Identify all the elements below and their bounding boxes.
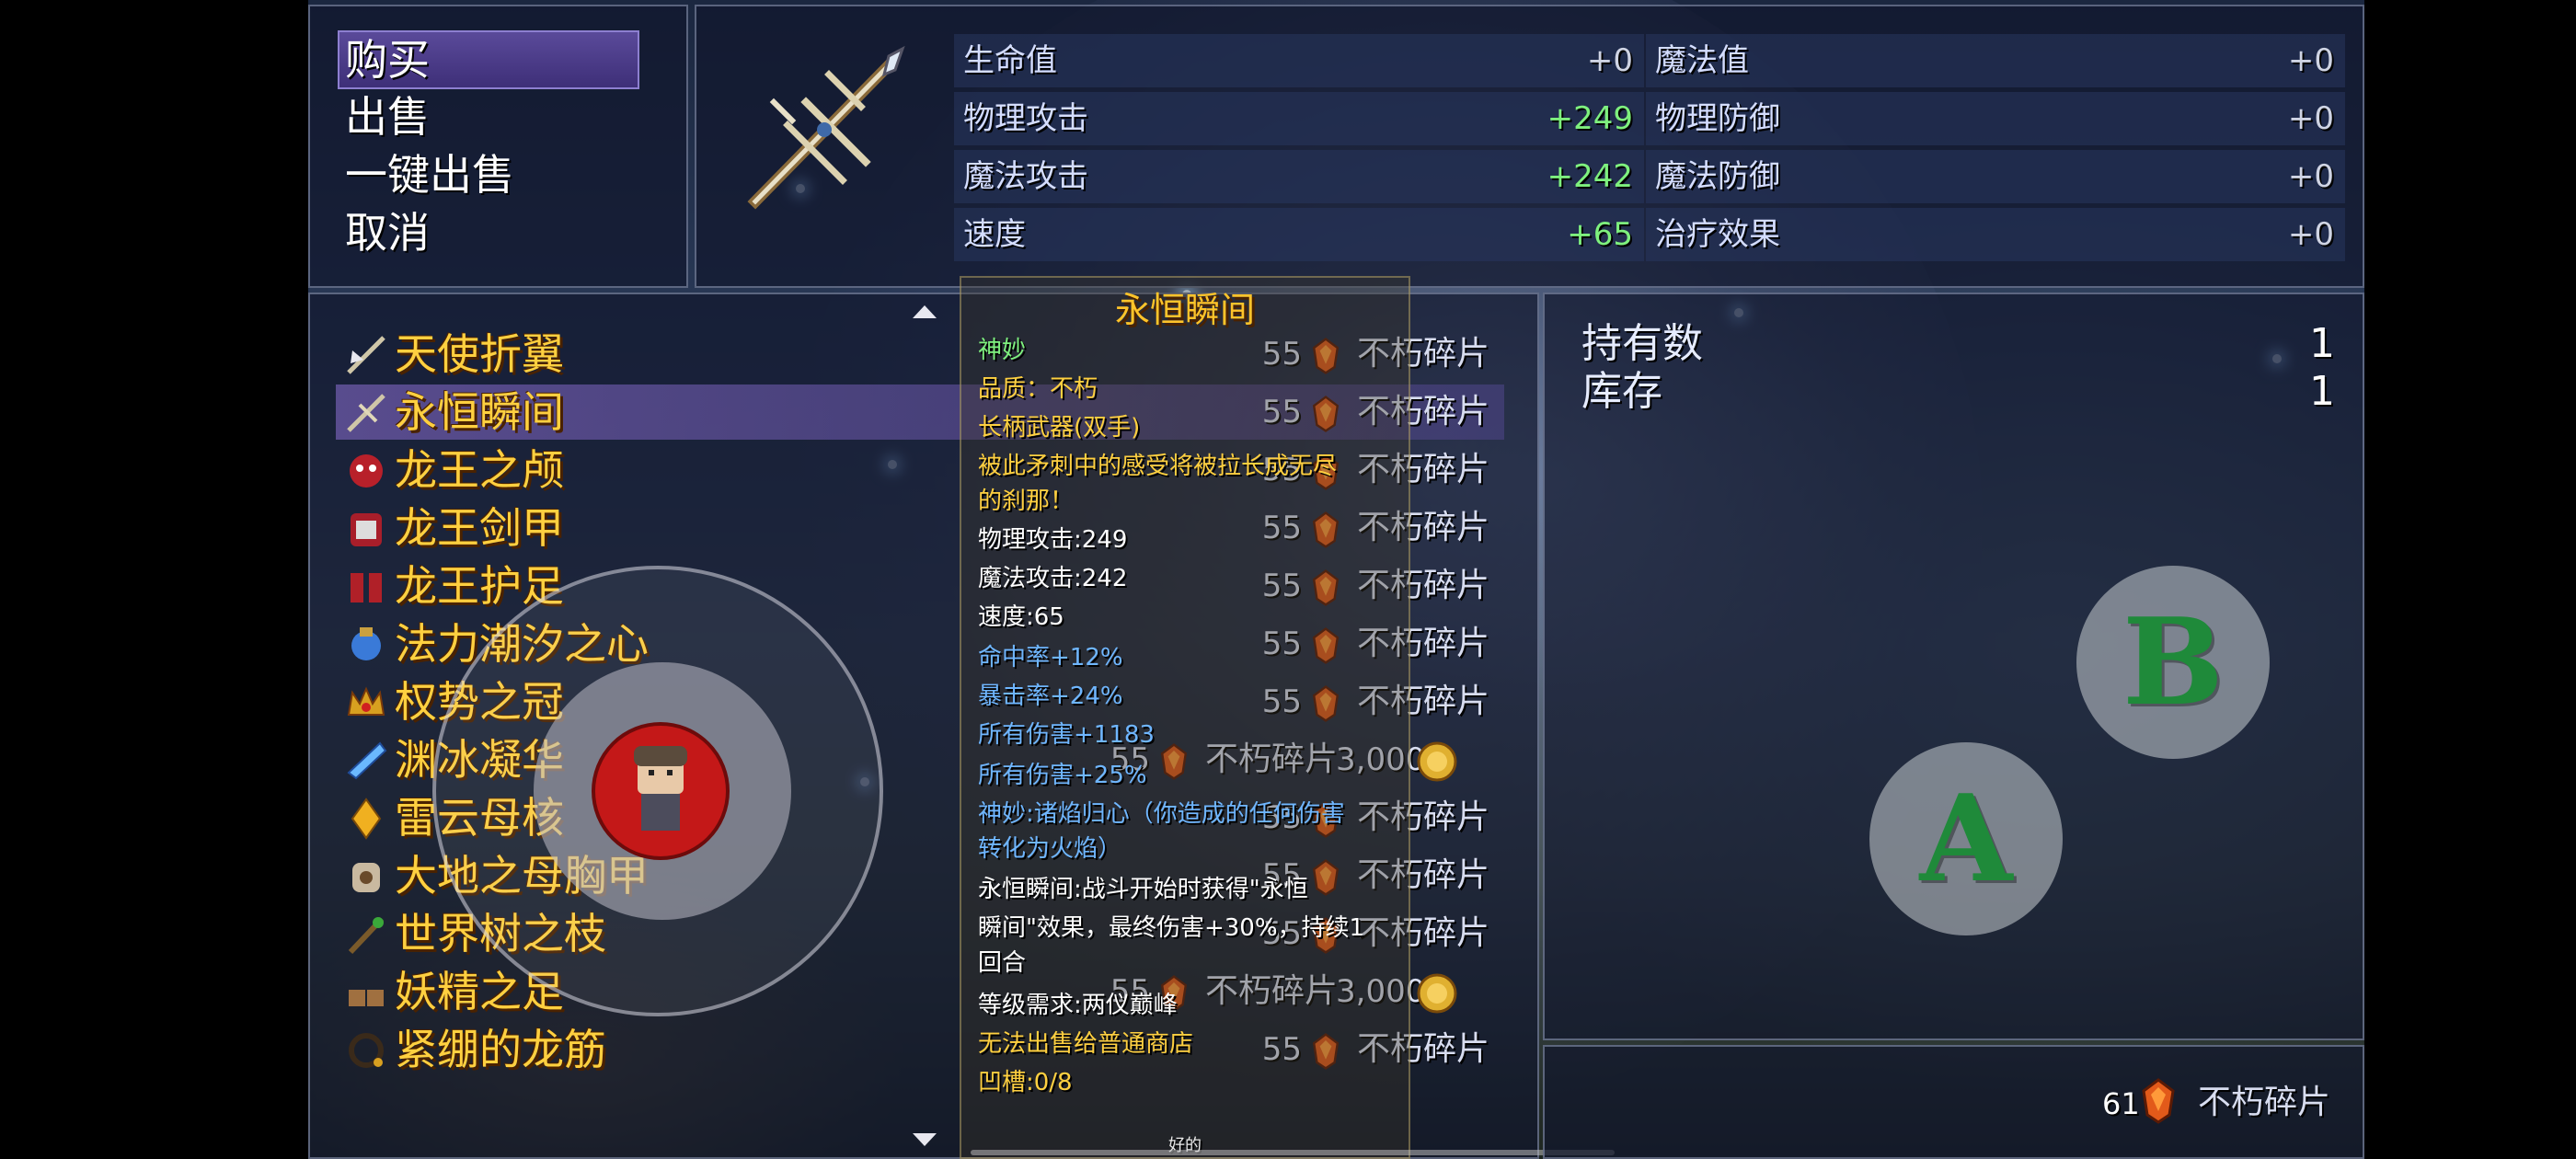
detail-line: 速度:65 — [978, 603, 1064, 631]
stat-row: 魔法防御 +0 — [1646, 150, 2345, 203]
command-menu: 购买 出售 一键出售 取消 — [308, 5, 688, 288]
detail-line: 所有伤害+1183 — [978, 721, 1155, 749]
fairy-boots-icon — [349, 990, 384, 1006]
stat-value: +242 — [1547, 158, 1633, 195]
stat-value: +0 — [2287, 216, 2334, 253]
player-avatar-icon — [634, 746, 687, 831]
detail-line: 等级需求:两仪巅峰 — [978, 992, 1178, 1019]
dragon-boots-icon — [351, 573, 382, 602]
spear-icon — [347, 394, 385, 432]
detail-line: 转化为火焰） — [978, 835, 1122, 863]
wallet-panel: 61 不朽碎片 — [1543, 1045, 2364, 1159]
item-name: 龙王剑甲 — [395, 503, 564, 553]
item-name: 永恒瞬间 — [395, 387, 564, 437]
stat-value: +0 — [2287, 42, 2334, 79]
detail-line: 物理攻击:249 — [978, 526, 1128, 554]
sell-command[interactable]: 出售 — [345, 89, 621, 144]
owned-value: 1 — [2309, 320, 2335, 367]
detail-line: 命中率+12% — [978, 644, 1123, 671]
stat-name: 速度 — [963, 216, 1026, 253]
stat-row: 魔法攻击 +242 — [954, 150, 1644, 203]
detail-line: 暴击率+24% — [978, 683, 1123, 710]
sell-all-command[interactable]: 一键出售 — [345, 147, 621, 202]
detail-title: 永恒瞬间 — [1114, 290, 1255, 330]
immortal-shard-icon — [2142, 1078, 2175, 1124]
item-detail-tooltip: 永恒瞬间 神妙品质：不朽长柄武器(双手) 被此矛刺中的感受将被拉长成无尽 的刹那！ 物… — [960, 276, 1615, 1159]
buy-command[interactable]: 购买 — [338, 30, 639, 89]
detail-line: 瞬间"效果，最终伤害+30%，持续1 — [978, 914, 1365, 942]
item-name: 天使折翼 — [395, 329, 564, 379]
detail-line: 被此矛刺中的感受将被拉长成无尽 — [978, 453, 1338, 480]
b-button[interactable]: B — [2076, 566, 2270, 759]
stock-value: 1 — [2309, 368, 2335, 415]
item-name: 龙王之颅 — [395, 445, 564, 495]
stat-name: 魔法防御 — [1655, 158, 1780, 195]
dragon-sinew-icon — [349, 1033, 384, 1068]
stat-name: 物理攻击 — [963, 100, 1088, 137]
detail-line: 神妙 — [978, 337, 1027, 364]
virtual-joystick-knob[interactable] — [592, 722, 730, 860]
stat-name: 治疗效果 — [1655, 216, 1780, 253]
detail-scrollbar[interactable] — [971, 1150, 1615, 1155]
detail-line: 回合 — [978, 949, 1027, 977]
scroll-up-icon[interactable] — [911, 304, 938, 322]
stat-name: 魔法攻击 — [963, 158, 1088, 195]
mana-orb-icon — [351, 627, 381, 660]
a-button-label: A — [1919, 768, 2013, 909]
gold-coin-icon — [1417, 973, 1457, 1014]
detail-line: 长柄武器(双手) — [978, 414, 1141, 442]
stat-row: 物理防御 +0 — [1646, 92, 2345, 145]
cancel-command[interactable]: 取消 — [345, 205, 621, 260]
stat-value: +0 — [2287, 158, 2334, 195]
detail-line: 魔法攻击:242 — [978, 565, 1128, 592]
item-stats-panel: 生命值 +0 魔法值 +0 物理攻击 +249 物理防御 +0 魔法攻击 +24… — [695, 5, 2364, 288]
stat-row: 魔法值 +0 — [1646, 34, 2345, 87]
stat-row: 治疗效果 +0 — [1646, 208, 2345, 261]
b-button-label: B — [2122, 591, 2224, 732]
stat-name: 魔法值 — [1655, 42, 1749, 79]
detail-line: 品质：不朽 — [978, 375, 1098, 403]
wallet-currency: 不朽碎片 — [2198, 1084, 2331, 1121]
thunder-core-icon — [351, 798, 382, 840]
crown-icon — [347, 686, 385, 716]
detail-line: 永恒瞬间:战斗开始时获得"永恒 — [978, 876, 1308, 903]
stat-row: 物理攻击 +249 — [954, 92, 1644, 145]
ice-crystal-icon — [347, 741, 387, 780]
scroll-down-icon[interactable] — [911, 1130, 938, 1148]
detail-line: 神妙:诸焰归心（你造成的任何伤害 — [978, 800, 1345, 828]
stat-name: 生命值 — [963, 42, 1057, 79]
stat-value: +249 — [1547, 100, 1633, 137]
winged-spear-icon — [347, 336, 385, 374]
stat-value: +0 — [2287, 100, 2334, 137]
detail-line: 无法出售给普通商店 — [978, 1030, 1194, 1058]
stat-value: +0 — [1586, 42, 1633, 79]
detail-line: 的刹那！ — [978, 488, 1075, 515]
stat-name: 物理防御 — [1655, 100, 1780, 137]
stat-value: +65 — [1567, 216, 1633, 253]
stat-row: 生命值 +0 — [954, 34, 1644, 87]
inventory-panel: 持有数 1 库存 1 B A — [1543, 293, 2364, 1040]
stat-row: 速度 +65 — [954, 208, 1644, 261]
gold-coin-icon — [1417, 741, 1457, 782]
owned-label: 持有数 — [1581, 320, 1703, 367]
stock-label: 库存 — [1581, 368, 1662, 415]
dragon-skull-icon — [350, 454, 383, 488]
branch-icon — [348, 916, 385, 955]
item-name: 紧绷的龙筋 — [395, 1025, 606, 1074]
a-button[interactable]: A — [1869, 742, 2063, 935]
dragon-armor-icon — [351, 513, 382, 546]
spear-icon — [747, 45, 905, 210]
wallet-amount: 61 — [2102, 1086, 2140, 1121]
earth-breastplate-icon — [352, 863, 380, 892]
detail-line: 所有伤害+25% — [978, 762, 1147, 789]
detail-line: 凹槽:0/8 — [978, 1069, 1073, 1096]
